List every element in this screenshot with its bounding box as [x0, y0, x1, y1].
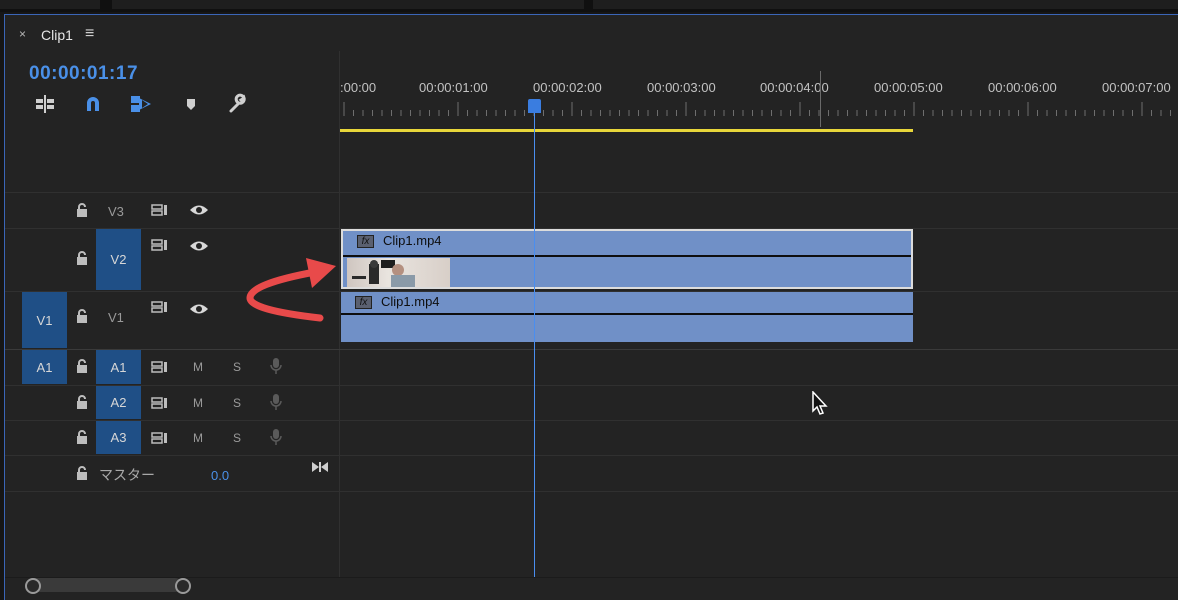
zoom-handle-right[interactable] [175, 578, 191, 594]
fx-badge[interactable]: fx [355, 296, 372, 309]
sync-lock-icon[interactable] [151, 237, 169, 253]
annotation-arrow [246, 258, 336, 322]
playhead-handle[interactable] [528, 99, 541, 113]
ruler-label: 00:00:01:00 [419, 80, 488, 95]
go-to-inout-icon[interactable] [311, 460, 329, 474]
microphone-icon[interactable] [269, 357, 283, 375]
lock-icon[interactable] [75, 394, 89, 410]
ruler-label: 00:00:03:00 [647, 80, 716, 95]
sync-lock-icon[interactable] [151, 299, 169, 315]
lock-icon[interactable] [75, 465, 89, 481]
solo-track-button[interactable]: S [233, 431, 241, 445]
solo-track-button[interactable]: S [233, 396, 241, 410]
clip-name: Clip1.mp4 [381, 294, 440, 309]
panel-menu-icon[interactable]: ≡ [85, 25, 94, 43]
clip-divider [341, 313, 913, 315]
eye-icon[interactable] [189, 203, 209, 217]
zoom-scrollbar[interactable] [29, 578, 182, 592]
sync-lock-icon[interactable] [151, 359, 169, 375]
lock-icon[interactable] [75, 429, 89, 445]
mute-track-button[interactable]: M [193, 360, 203, 374]
track-separator [5, 192, 1178, 193]
eye-icon[interactable] [189, 302, 209, 316]
top-strip [0, 0, 1178, 12]
sync-lock-icon[interactable] [151, 395, 169, 411]
track-separator [5, 420, 1178, 421]
panel-tab: × Clip1 ≡ [5, 15, 1178, 51]
snap-magnet-icon[interactable] [81, 93, 105, 115]
ruler-ticks [343, 102, 1171, 116]
source-patch-a1[interactable]: A1 [22, 350, 67, 384]
track-separator [5, 455, 1178, 456]
video-audio-divider [5, 349, 1178, 350]
track-target-v2[interactable]: V2 [96, 229, 141, 290]
solo-track-button[interactable]: S [233, 360, 241, 374]
top-strip-segment [593, 0, 1178, 9]
microphone-icon[interactable] [269, 428, 283, 446]
track-separator [5, 491, 1178, 492]
ruler-label: 00:00:04:00 [760, 80, 829, 95]
clip-thumbnail [347, 258, 450, 287]
zoom-handle-left[interactable] [25, 578, 41, 594]
lock-icon[interactable] [75, 358, 89, 374]
mute-track-button[interactable]: M [193, 431, 203, 445]
clip-name: Clip1.mp4 [383, 233, 442, 248]
ruler-label: :00:00 [340, 80, 377, 95]
insert-sequence-icon[interactable] [33, 93, 57, 115]
mouse-cursor-icon [812, 391, 828, 415]
master-track-name: マスター [99, 467, 155, 483]
microphone-icon[interactable] [269, 393, 283, 411]
track-target-a3[interactable]: A3 [96, 421, 141, 454]
lock-icon[interactable] [75, 308, 89, 324]
sync-lock-icon[interactable] [151, 202, 169, 218]
sequence-tab-title[interactable]: Clip1 [41, 27, 73, 43]
sync-lock-icon[interactable] [151, 430, 169, 446]
time-ruler[interactable]: :00:00 00:00:01:00 00:00:02:00 00:00:03:… [340, 51, 1175, 135]
track-target-a2[interactable]: A2 [96, 386, 141, 419]
track-separator [5, 385, 1178, 386]
clip-v2[interactable]: fx Clip1.mp4 [341, 229, 913, 289]
master-volume-value[interactable]: 0.0 [211, 468, 229, 483]
top-strip-segment [0, 0, 100, 9]
top-strip-segment [112, 0, 584, 9]
close-tab-icon[interactable]: × [19, 27, 26, 41]
source-patch-v1[interactable]: V1 [22, 292, 67, 348]
wrench-settings-icon[interactable] [226, 93, 250, 115]
sequence-end-marker [820, 71, 821, 127]
lock-icon[interactable] [75, 202, 89, 218]
timeline-panel: × Clip1 ≡ 00:00:01:17 :00:00 00:00:01:00… [4, 14, 1178, 600]
ruler-label: 00:00:06:00 [988, 80, 1057, 95]
ruler-label: 00:00:02:00 [533, 80, 602, 95]
fx-badge[interactable]: fx [357, 235, 374, 248]
track-target-a1[interactable]: A1 [96, 350, 141, 384]
ruler-label: 00:00:05:00 [874, 80, 943, 95]
track-name-v3[interactable]: V3 [108, 204, 124, 219]
ruler-label: 00:00:07:00 [1102, 80, 1171, 95]
mute-track-button[interactable]: M [193, 396, 203, 410]
playhead-timecode[interactable]: 00:00:01:17 [29, 63, 138, 85]
lock-icon[interactable] [75, 250, 89, 266]
add-marker-icon[interactable] [179, 93, 203, 115]
linked-selection-icon[interactable] [129, 93, 153, 115]
playhead-line[interactable] [534, 107, 535, 577]
clip-divider [343, 255, 911, 257]
eye-icon[interactable] [189, 239, 209, 253]
work-area-bar[interactable] [340, 129, 913, 132]
clip-v1[interactable]: fx Clip1.mp4 [341, 292, 913, 342]
track-name-v1[interactable]: V1 [108, 310, 124, 325]
